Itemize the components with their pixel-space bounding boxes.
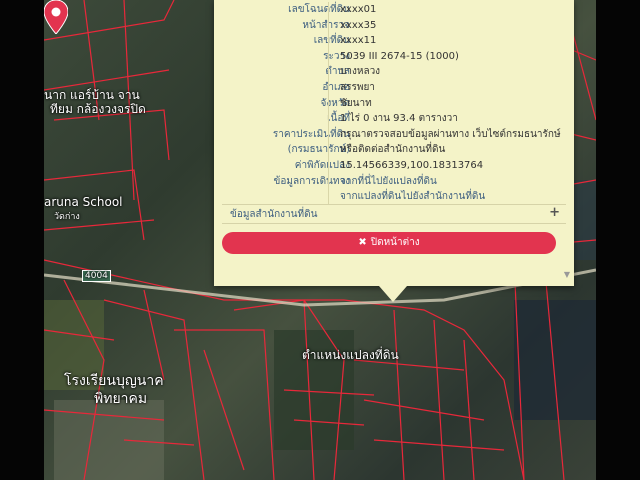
road-number-label: 4004 <box>82 270 111 282</box>
info-row: หน้าสำรวจ xxxx35 <box>214 17 574 34</box>
row-divider <box>328 142 329 159</box>
temple-label: วัดก่าง <box>54 212 80 222</box>
info-row-label: ราคาประเมินที่ดิน <box>272 128 350 140</box>
left-bezel <box>0 0 44 480</box>
parcel-location-label: ตำแหน่งแปลงที่ดิน <box>302 348 399 362</box>
close-window-label: ปิดหน้าต่าง <box>370 237 420 248</box>
info-row: ตำบล บางหลวง <box>214 64 574 81</box>
row-divider <box>328 173 329 190</box>
row-divider <box>328 111 329 128</box>
info-row: ข้อมูลการเดินทาง จากที่นี่ไปยังแปลงที่ดิน <box>214 173 574 190</box>
land-office-section-label: ข้อมูลสำนักงานที่ดิน <box>230 209 318 220</box>
row-divider <box>328 17 329 34</box>
info-row-value: 15.14566339,100.18313764 <box>340 160 484 171</box>
map-pin-icon[interactable] <box>44 0 68 34</box>
close-icon: ✖ <box>358 237 367 248</box>
info-row-label: ข้อมูลการเดินทาง <box>273 175 350 187</box>
row-divider <box>328 2 329 18</box>
info-row: ราคาประเมินที่ดิน กรุณาตรวจสอบข้อมูลผ่านท… <box>214 126 574 143</box>
row-divider <box>328 33 329 50</box>
info-row-value: บางหลวง <box>340 66 381 78</box>
info-row-value: 1 ไร่ 0 งาน 93.4 ตารางวา <box>340 113 458 125</box>
info-row: ค่าพิกัดแปลง 15.14566339,100.18313764 <box>214 158 574 174</box>
row-divider <box>328 64 329 81</box>
info-row: จากแปลงที่ดินไปยังสำนักงานที่ดิน <box>214 189 574 206</box>
info-row-value: ชัยนาท <box>340 97 372 109</box>
school-en-label: aruna School <box>44 195 123 209</box>
info-row-value: 5039 III 2674-15 (1000) <box>340 50 459 62</box>
directions-link[interactable]: จากที่นี่ไปยังแปลงที่ดิน <box>340 174 437 190</box>
scroll-down-icon[interactable]: ▼ <box>564 270 570 279</box>
school-th-label-2: พิทยาคม <box>94 391 148 407</box>
info-row: ระวาง 5039 III 2674-15 (1000) <box>214 48 574 65</box>
info-row: จังหวัด ชัยนาท <box>214 95 574 112</box>
info-row-value: xxxx01 <box>340 4 377 15</box>
satellite-map[interactable]: นาก แอร์บ้าน จาน ทียม กล้องวงจรปิด aruna… <box>44 0 596 480</box>
info-row-value: กรุณาตรวจสอบข้อมูลผ่านทาง เว็บไซต์กรมธนา… <box>340 128 561 140</box>
row-divider <box>328 126 329 143</box>
info-row: (กรมธนารักษ์) หรือติดต่อสำนักงานที่ดิน <box>214 142 574 159</box>
row-divider <box>328 95 329 112</box>
popup-pointer <box>379 286 407 302</box>
info-row: เลขโฉนดที่ดิน xxxx01 <box>214 2 574 18</box>
screen: นาก แอร์บ้าน จาน ทียม กล้องวงจรปิด aruna… <box>0 0 640 480</box>
plus-icon[interactable]: + <box>549 205 560 220</box>
info-row: เลขที่ดิน xxxx11 <box>214 33 574 50</box>
close-window-button[interactable]: ✖ ปิดหน้าต่าง <box>222 232 556 254</box>
info-row-value: xxxx35 <box>340 19 377 31</box>
info-row-value: xxxx11 <box>340 35 377 47</box>
info-row: เนื้อที่ 1 ไร่ 0 งาน 93.4 ตารางวา <box>214 111 574 128</box>
row-divider <box>328 158 329 174</box>
land-office-section[interactable]: ข้อมูลสำนักงานที่ดิน + <box>222 204 566 224</box>
parcel-info-popup: เลขโฉนดที่ดิน xxxx01 หน้าสำรวจ xxxx35 เลขที่… <box>214 0 574 286</box>
info-row: อำเภอ สรรพยา <box>214 80 574 96</box>
info-row-value: สรรพยา <box>340 82 375 93</box>
row-divider <box>328 80 329 96</box>
directions-link[interactable]: จากแปลงที่ดินไปยังสำนักงานที่ดิน <box>340 189 485 205</box>
row-divider <box>328 189 329 206</box>
right-bezel <box>596 0 640 480</box>
village-label-2: ทียม กล้องวงจรปิด <box>50 102 146 116</box>
row-divider <box>328 48 329 65</box>
info-row-value: หรือติดต่อสำนักงานที่ดิน <box>340 144 446 156</box>
